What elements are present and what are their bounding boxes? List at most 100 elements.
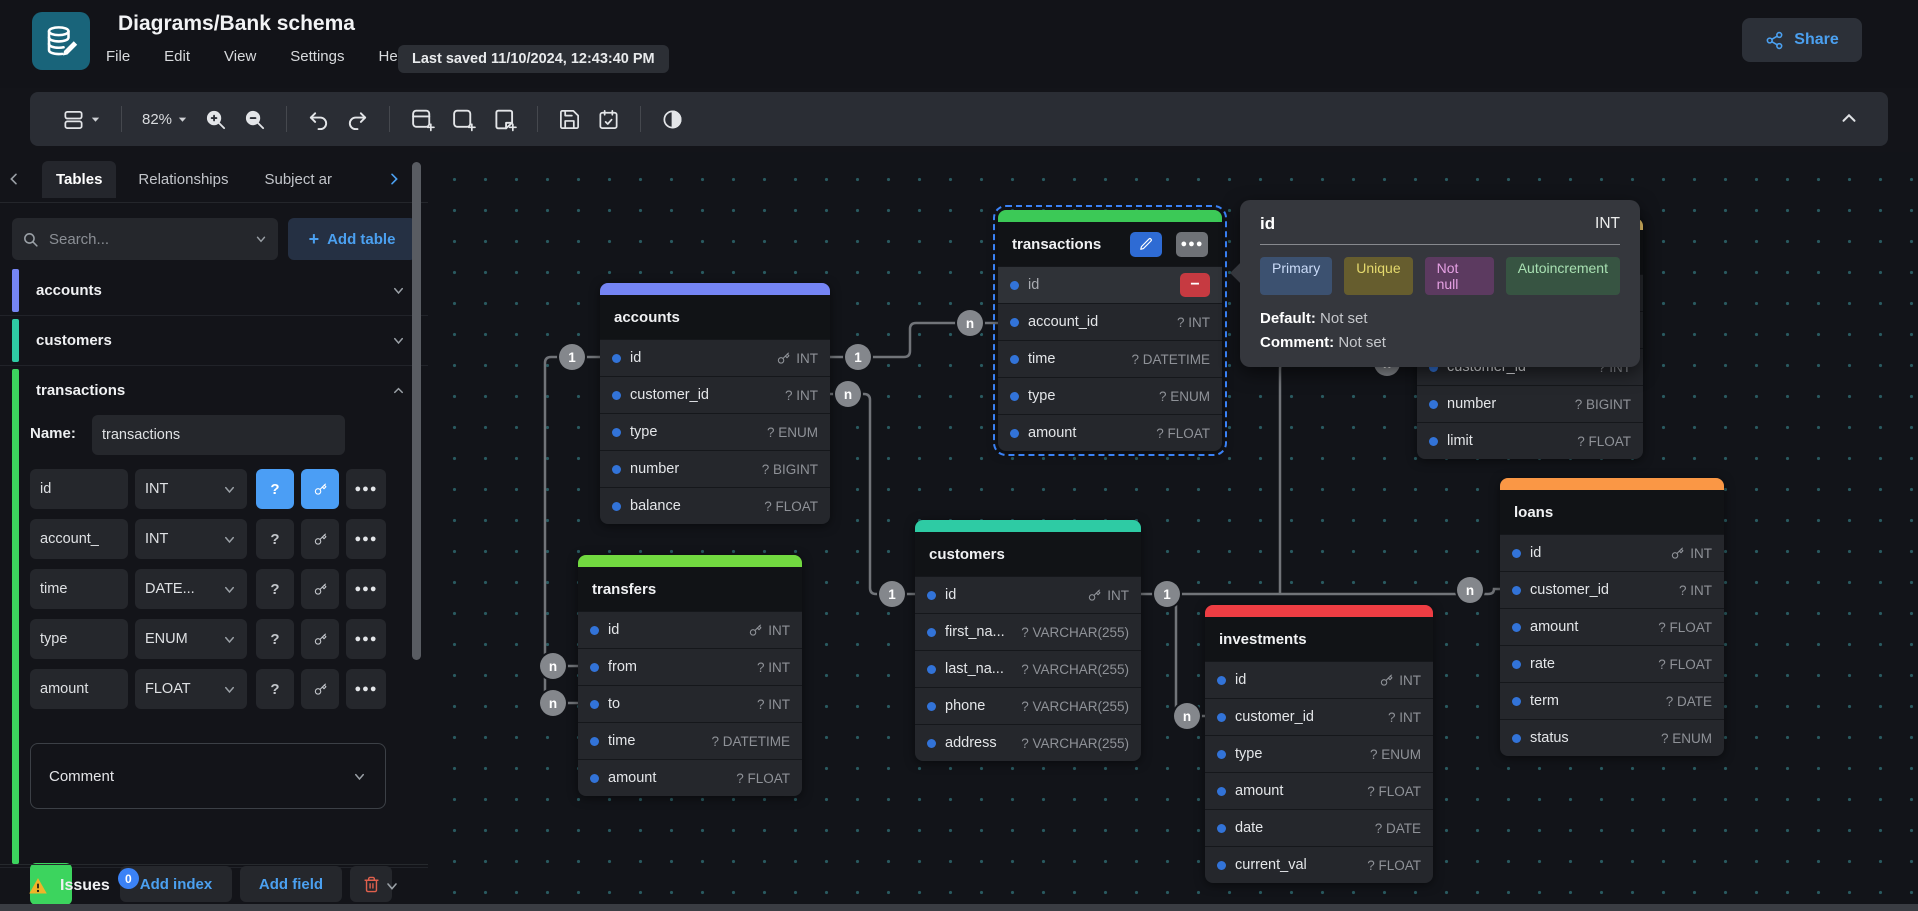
table-field-row[interactable]: date? DATE bbox=[1205, 809, 1433, 846]
table-field-row[interactable]: type? ENUM bbox=[1205, 735, 1433, 772]
menu-edit[interactable]: Edit bbox=[162, 44, 192, 69]
menu-view[interactable]: View bbox=[222, 44, 258, 69]
tabs-scroll-left-button[interactable] bbox=[0, 171, 28, 187]
primary-key-button[interactable] bbox=[301, 669, 339, 709]
tab-tables[interactable]: Tables bbox=[42, 161, 116, 198]
chevron-up-icon[interactable] bbox=[391, 383, 406, 398]
todo-button[interactable] bbox=[589, 103, 628, 136]
primary-key-button[interactable] bbox=[301, 469, 339, 509]
table-field-row[interactable]: first_na...? VARCHAR(255) bbox=[915, 613, 1141, 650]
field-type-select[interactable]: DATE... bbox=[135, 569, 247, 609]
relationship-line[interactable] bbox=[1280, 363, 1417, 594]
canvas-table-investments[interactable]: investmentsid INTcustomer_id? INTtype? E… bbox=[1205, 605, 1433, 883]
nullable-toggle-button[interactable]: ? bbox=[256, 669, 294, 709]
primary-key-button[interactable] bbox=[301, 569, 339, 609]
menu-settings[interactable]: Settings bbox=[288, 44, 346, 69]
sidebar-table-row[interactable]: transactions bbox=[0, 366, 428, 415]
sidebar-table-item-customers[interactable]: customers bbox=[0, 316, 428, 366]
add-note-button[interactable] bbox=[484, 102, 525, 137]
table-field-row[interactable]: type? ENUM bbox=[998, 377, 1222, 414]
table-field-row[interactable]: customer_id? INT bbox=[1500, 571, 1724, 608]
field-type-select[interactable]: ENUM bbox=[135, 619, 247, 659]
table-field-row[interactable]: term? DATE bbox=[1500, 682, 1724, 719]
table-field-row[interactable]: amount? FLOAT bbox=[578, 759, 802, 796]
zoom-level-dropdown[interactable]: 82% bbox=[134, 106, 196, 133]
canvas-table-accounts[interactable]: accountsid INTcustomer_id? INTtype? ENUM… bbox=[600, 283, 830, 524]
chevron-down-icon[interactable] bbox=[391, 283, 406, 298]
canvas-table-customers[interactable]: customersid INTfirst_na...? VARCHAR(255)… bbox=[915, 520, 1141, 761]
table-field-row[interactable]: customer_id? INT bbox=[600, 376, 830, 413]
app-logo[interactable] bbox=[32, 12, 90, 70]
sidebar-scrollbar[interactable] bbox=[412, 162, 421, 660]
chevron-down-icon[interactable] bbox=[391, 333, 406, 348]
table-header[interactable]: investments bbox=[1205, 617, 1433, 661]
field-name-input[interactable] bbox=[30, 669, 128, 709]
zoom-out-button[interactable] bbox=[235, 103, 274, 136]
nullable-toggle-button[interactable]: ? bbox=[256, 519, 294, 559]
add-table-toolbar-button[interactable] bbox=[402, 102, 443, 137]
canvas-table-transactions[interactable]: transactions●●●id−account_id? INTtime? D… bbox=[998, 210, 1222, 451]
table-field-row[interactable]: balance? FLOAT bbox=[600, 487, 830, 524]
table-header[interactable]: transactions●●● bbox=[998, 222, 1222, 266]
table-header[interactable]: transfers bbox=[578, 567, 802, 611]
search-input[interactable] bbox=[47, 230, 221, 249]
delete-field-button[interactable]: − bbox=[1180, 273, 1210, 297]
nullable-toggle-button[interactable]: ? bbox=[256, 569, 294, 609]
field-more-button[interactable]: ●●● bbox=[346, 669, 386, 709]
sidebar-table-row[interactable]: accounts bbox=[0, 266, 428, 315]
table-field-row[interactable]: amount? FLOAT bbox=[998, 414, 1222, 451]
relationship-line[interactable] bbox=[1141, 589, 1500, 594]
table-field-row[interactable]: id− bbox=[998, 266, 1222, 303]
theme-toggle-button[interactable] bbox=[653, 103, 692, 136]
sidebar-table-item-accounts[interactable]: accounts bbox=[0, 266, 428, 316]
redo-button[interactable] bbox=[338, 103, 377, 136]
table-field-row[interactable]: id INT bbox=[600, 339, 830, 376]
diagram-canvas[interactable]: accountsid INTcustomer_id? INTtype? ENUM… bbox=[430, 152, 1918, 905]
field-name-input[interactable] bbox=[30, 519, 128, 559]
table-field-row[interactable]: rate? FLOAT bbox=[1500, 645, 1724, 682]
field-more-button[interactable]: ●●● bbox=[346, 569, 386, 609]
table-field-row[interactable]: id INT bbox=[915, 576, 1141, 613]
issues-bar[interactable]: Issues 0 bbox=[0, 864, 428, 906]
table-field-row[interactable]: status? ENUM bbox=[1500, 719, 1724, 756]
field-more-button[interactable]: ●●● bbox=[346, 469, 386, 509]
view-mode-button[interactable] bbox=[54, 103, 109, 136]
table-field-row[interactable]: current_val? FLOAT bbox=[1205, 846, 1433, 883]
table-field-row[interactable]: id INT bbox=[578, 611, 802, 648]
table-field-row[interactable]: amount? FLOAT bbox=[1205, 772, 1433, 809]
field-more-button[interactable]: ●●● bbox=[346, 619, 386, 659]
primary-key-button[interactable] bbox=[301, 519, 339, 559]
table-header[interactable]: loans bbox=[1500, 490, 1724, 534]
tab-relationships[interactable]: Relationships bbox=[124, 161, 242, 198]
field-type-select[interactable]: FLOAT bbox=[135, 669, 247, 709]
table-field-row[interactable]: type? ENUM bbox=[600, 413, 830, 450]
table-field-row[interactable]: customer_id? INT bbox=[1205, 698, 1433, 735]
field-type-select[interactable]: INT bbox=[135, 469, 247, 509]
add-table-button[interactable]: + Add table bbox=[288, 218, 416, 260]
tab-subject-ar[interactable]: Subject ar bbox=[250, 161, 346, 198]
sidebar-table-item-transactions[interactable]: transactionsName:INT?●●●INT?●●●DATE...?●… bbox=[0, 366, 428, 868]
relationship-line[interactable] bbox=[830, 394, 915, 594]
collapse-toolbar-button[interactable] bbox=[1838, 107, 1860, 129]
table-field-row[interactable]: time? DATETIME bbox=[578, 722, 802, 759]
field-more-button[interactable]: ●●● bbox=[346, 519, 386, 559]
table-field-row[interactable]: amount? FLOAT bbox=[1500, 608, 1724, 645]
table-field-row[interactable]: from? INT bbox=[578, 648, 802, 685]
table-field-row[interactable]: id INT bbox=[1500, 534, 1724, 571]
nullable-toggle-button[interactable]: ? bbox=[256, 619, 294, 659]
table-field-row[interactable]: number? BIGINT bbox=[600, 450, 830, 487]
table-field-row[interactable]: limit? FLOAT bbox=[1417, 422, 1643, 459]
field-name-input[interactable] bbox=[30, 619, 128, 659]
comment-section[interactable]: Comment bbox=[30, 743, 386, 809]
tabs-scroll-right-button[interactable] bbox=[380, 171, 408, 187]
table-field-row[interactable]: time? DATETIME bbox=[998, 340, 1222, 377]
table-field-row[interactable]: address? VARCHAR(255) bbox=[915, 724, 1141, 761]
nullable-toggle-button[interactable]: ? bbox=[256, 469, 294, 509]
share-button[interactable]: Share bbox=[1742, 18, 1862, 62]
table-field-row[interactable]: id INT bbox=[1205, 661, 1433, 698]
table-field-row[interactable]: phone? VARCHAR(255) bbox=[915, 687, 1141, 724]
table-header[interactable]: customers bbox=[915, 532, 1141, 576]
table-header[interactable]: accounts bbox=[600, 295, 830, 339]
primary-key-button[interactable] bbox=[301, 619, 339, 659]
add-area-button[interactable] bbox=[443, 102, 484, 137]
